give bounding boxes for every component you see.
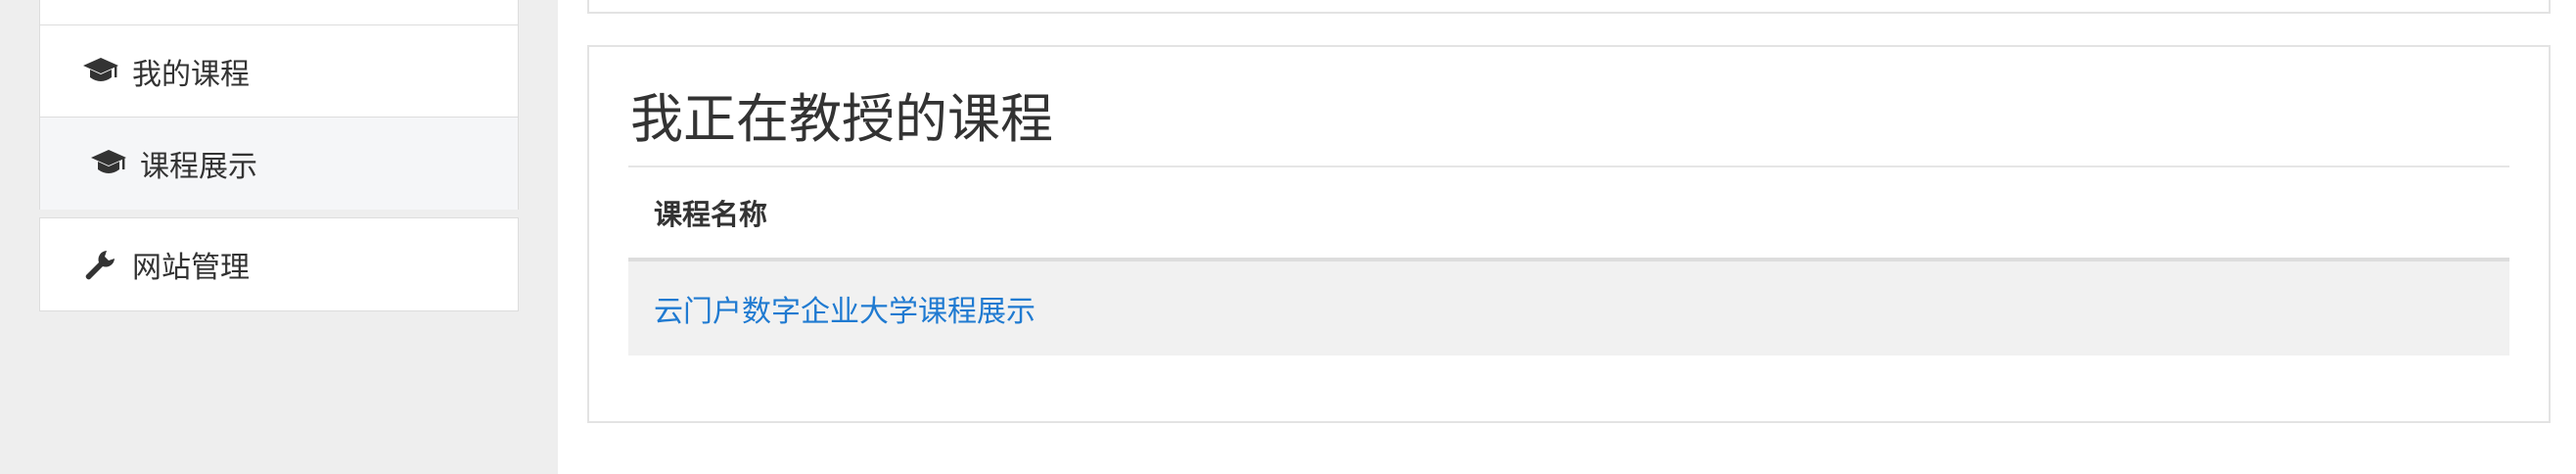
course-table: 课程名称 云门户数字企业大学课程展示: [628, 167, 2509, 356]
sidebar-nav-group: 网站管理: [39, 217, 519, 311]
sidebar: 我的课程 课程展示 网站管理: [0, 0, 558, 474]
table-header-course-name: 课程名称: [628, 167, 2509, 261]
graduation-cap-icon: [81, 54, 120, 89]
sidebar-item-clipped[interactable]: [40, 0, 518, 25]
sidebar-item-site-admin[interactable]: 网站管理: [40, 218, 518, 310]
sidebar-item-label: 网站管理: [132, 251, 250, 285]
sidebar-item-label: 我的课程: [132, 57, 250, 92]
sidebar-nav-group: 我的课程 课程展示: [39, 0, 519, 210]
wrench-icon: [81, 247, 120, 282]
course-link[interactable]: 云门户数字企业大学课程展示: [654, 287, 1035, 330]
sidebar-item-course-showcase[interactable]: 课程展示: [40, 118, 518, 210]
graduation-cap-icon: [89, 146, 128, 181]
table-row: 云门户数字企业大学课程展示: [628, 261, 2509, 356]
panel-title: 我正在教授的课程: [630, 88, 1053, 150]
teaching-courses-panel: 我正在教授的课程 课程名称 云门户数字企业大学课程展示: [587, 45, 2551, 423]
sidebar-item-label: 课程展示: [140, 150, 257, 184]
panel-clipped: [587, 0, 2551, 14]
sidebar-item-my-courses[interactable]: 我的课程: [40, 25, 518, 118]
